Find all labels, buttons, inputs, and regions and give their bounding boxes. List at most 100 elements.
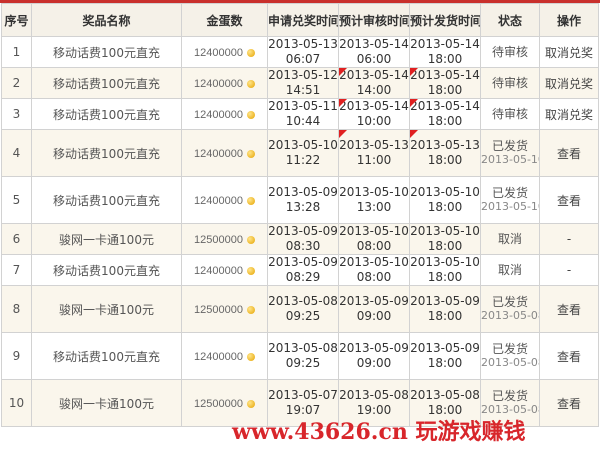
- action-cell: -: [539, 223, 599, 255]
- status-label: 已发货: [491, 389, 528, 403]
- header-gold-eggs: 金蛋数: [181, 3, 268, 37]
- action-cell: 查看: [539, 285, 599, 333]
- view-button[interactable]: 查看: [557, 350, 581, 364]
- ship-time-date: 2013-05-14: [410, 99, 480, 114]
- review-time: 2013-05-10 08:00: [338, 254, 410, 286]
- gold-egg-amount: 12400000: [194, 195, 243, 207]
- review-time: 2013-05-09 09:00: [338, 332, 410, 380]
- table-row: 2 移动话费100元直充 12400000 2013-05-12 14:51 2013-0…: [1, 67, 599, 99]
- review-time-clock: 11:00: [356, 153, 392, 167]
- view-button[interactable]: 查看: [557, 303, 581, 317]
- ship-time-date: 2013-05-10: [410, 224, 480, 239]
- ship-time-date: 2013-05-08: [410, 388, 480, 402]
- status-date: 2013-05-10: [481, 153, 540, 166]
- cancel-redeem-button[interactable]: 取消兑奖: [545, 108, 593, 122]
- row-number: 10: [1, 379, 32, 427]
- view-button[interactable]: 查看: [557, 397, 581, 411]
- review-time-date: 2013-05-13: [339, 138, 409, 152]
- apply-time: 2013-05-12 14:51: [267, 67, 339, 99]
- red-flag-icon: [339, 130, 347, 138]
- review-time: 2013-05-09 09:00: [338, 285, 410, 333]
- review-time-date: 2013-05-14: [339, 99, 409, 114]
- cancel-redeem-button[interactable]: 取消兑奖: [545, 77, 593, 91]
- status-label: 待审核: [491, 107, 528, 121]
- status-label: 待审核: [491, 76, 528, 90]
- gold-egg-icon: [246, 399, 255, 408]
- ship-time-clock: 18:00: [427, 239, 463, 253]
- site-watermark: www.43626.cn 玩游戏赚钱: [232, 419, 526, 445]
- status-label: 已发货: [491, 186, 528, 200]
- action-cell: 取消兑奖: [539, 98, 599, 130]
- apply-time-clock: 10:44: [285, 114, 321, 128]
- gold-egg-count: 12400000: [181, 36, 268, 68]
- gold-egg-amount: 12500000: [194, 234, 243, 246]
- order-status: 取消: [480, 223, 540, 255]
- review-time-clock: 10:00: [356, 114, 392, 128]
- cancel-redeem-button[interactable]: 取消兑奖: [545, 46, 593, 60]
- action-cell: 取消兑奖: [539, 36, 599, 68]
- action-cell: 查看: [539, 379, 599, 427]
- status-label: 已发货: [491, 139, 528, 153]
- status-label: 取消: [497, 232, 522, 246]
- order-status: 已发货 2013-05-08: [480, 332, 540, 380]
- apply-time-date: 2013-05-10: [268, 138, 338, 152]
- gold-egg-count: 12400000: [181, 129, 268, 177]
- review-time-date: 2013-05-14: [339, 68, 409, 83]
- apply-time-date: 2013-05-08: [268, 341, 338, 355]
- action-cell: 查看: [539, 332, 599, 380]
- apply-time-date: 2013-05-09: [268, 224, 338, 239]
- red-flag-icon: [339, 99, 347, 107]
- apply-time-clock: 11:22: [285, 153, 321, 167]
- apply-time-clock: 06:07: [285, 52, 321, 66]
- order-status: 待审核: [480, 36, 540, 68]
- apply-time: 2013-05-08 09:25: [267, 285, 339, 333]
- gold-egg-icon: [246, 266, 255, 275]
- prize-redemption-table: 序号 奖品名称 金蛋数 申请兑奖时间 预计审核时间 预计发货时间 状态 操作 1…: [1, 3, 599, 427]
- apply-time: 2013-05-09 13:28: [267, 176, 339, 224]
- review-time-date: 2013-05-10: [339, 224, 409, 239]
- ship-time-clock: 18:00: [427, 83, 463, 97]
- gold-egg-amount: 12400000: [194, 351, 243, 363]
- header-ship-time: 预计发货时间: [409, 3, 481, 37]
- apply-time: 2013-05-08 09:25: [267, 332, 339, 380]
- view-button[interactable]: 查看: [557, 194, 581, 208]
- apply-time: 2013-05-13 06:07: [267, 36, 339, 68]
- ship-time-clock: 18:00: [427, 153, 463, 167]
- no-action: -: [566, 232, 572, 246]
- apply-time-date: 2013-05-11: [268, 99, 338, 114]
- order-status: 取消: [480, 254, 540, 286]
- apply-time-date: 2013-05-12: [268, 68, 338, 83]
- apply-time: 2013-05-10 11:22: [267, 129, 339, 177]
- ship-time-clock: 18:00: [427, 200, 463, 214]
- ship-time-clock: 18:00: [427, 270, 463, 284]
- action-cell: 查看: [539, 176, 599, 224]
- ship-time-clock: 18:00: [427, 52, 463, 66]
- review-time-date: 2013-05-10: [339, 255, 409, 270]
- prize-name: 骏网一卡通100元: [31, 379, 182, 427]
- prize-name: 移动话费100元直充: [31, 254, 182, 286]
- row-number: 4: [1, 129, 32, 177]
- apply-time-clock: 08:29: [285, 270, 321, 284]
- table-header-row: 序号 奖品名称 金蛋数 申请兑奖时间 预计审核时间 预计发货时间 状态 操作: [1, 3, 599, 37]
- table-row: 8 骏网一卡通100元 12500000 2013-05-08 09:25 2013-05…: [1, 285, 599, 333]
- status-date: 2013-05-10: [481, 200, 540, 213]
- gold-egg-amount: 12400000: [194, 265, 243, 277]
- order-status: 已发货 2013-05-10: [480, 129, 540, 177]
- view-button[interactable]: 查看: [557, 147, 581, 161]
- action-cell: 查看: [539, 129, 599, 177]
- gold-egg-icon: [246, 235, 255, 244]
- row-number: 7: [1, 254, 32, 286]
- gold-egg-amount: 12400000: [194, 47, 243, 59]
- row-number: 9: [1, 332, 32, 380]
- red-flag-icon: [410, 130, 418, 138]
- apply-time-clock: 13:28: [285, 200, 321, 214]
- prize-name: 骏网一卡通100元: [31, 223, 182, 255]
- review-time-clock: 09:00: [356, 356, 392, 370]
- apply-time: 2013-05-09 08:30: [267, 223, 339, 255]
- ship-time: 2013-05-14 18:00: [409, 36, 481, 68]
- row-number: 5: [1, 176, 32, 224]
- header-action: 操作: [539, 3, 599, 37]
- review-time: 2013-05-13 11:00: [338, 129, 410, 177]
- gold-egg-icon: [246, 149, 255, 158]
- gold-egg-icon: [246, 196, 255, 205]
